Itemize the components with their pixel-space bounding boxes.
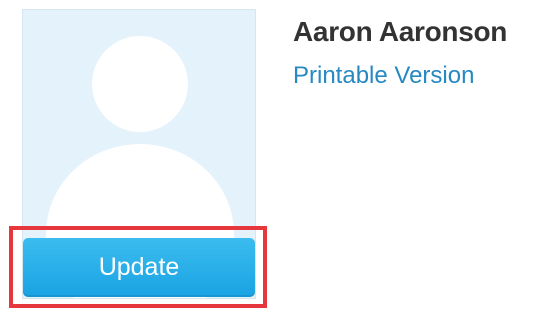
update-button[interactable]: Update xyxy=(23,238,255,297)
user-name: Aaron Aaronson xyxy=(293,16,508,47)
profile-panel: Update Aaron Aaronson Printable Version xyxy=(0,0,541,314)
printable-version-link[interactable]: Printable Version xyxy=(293,62,474,90)
